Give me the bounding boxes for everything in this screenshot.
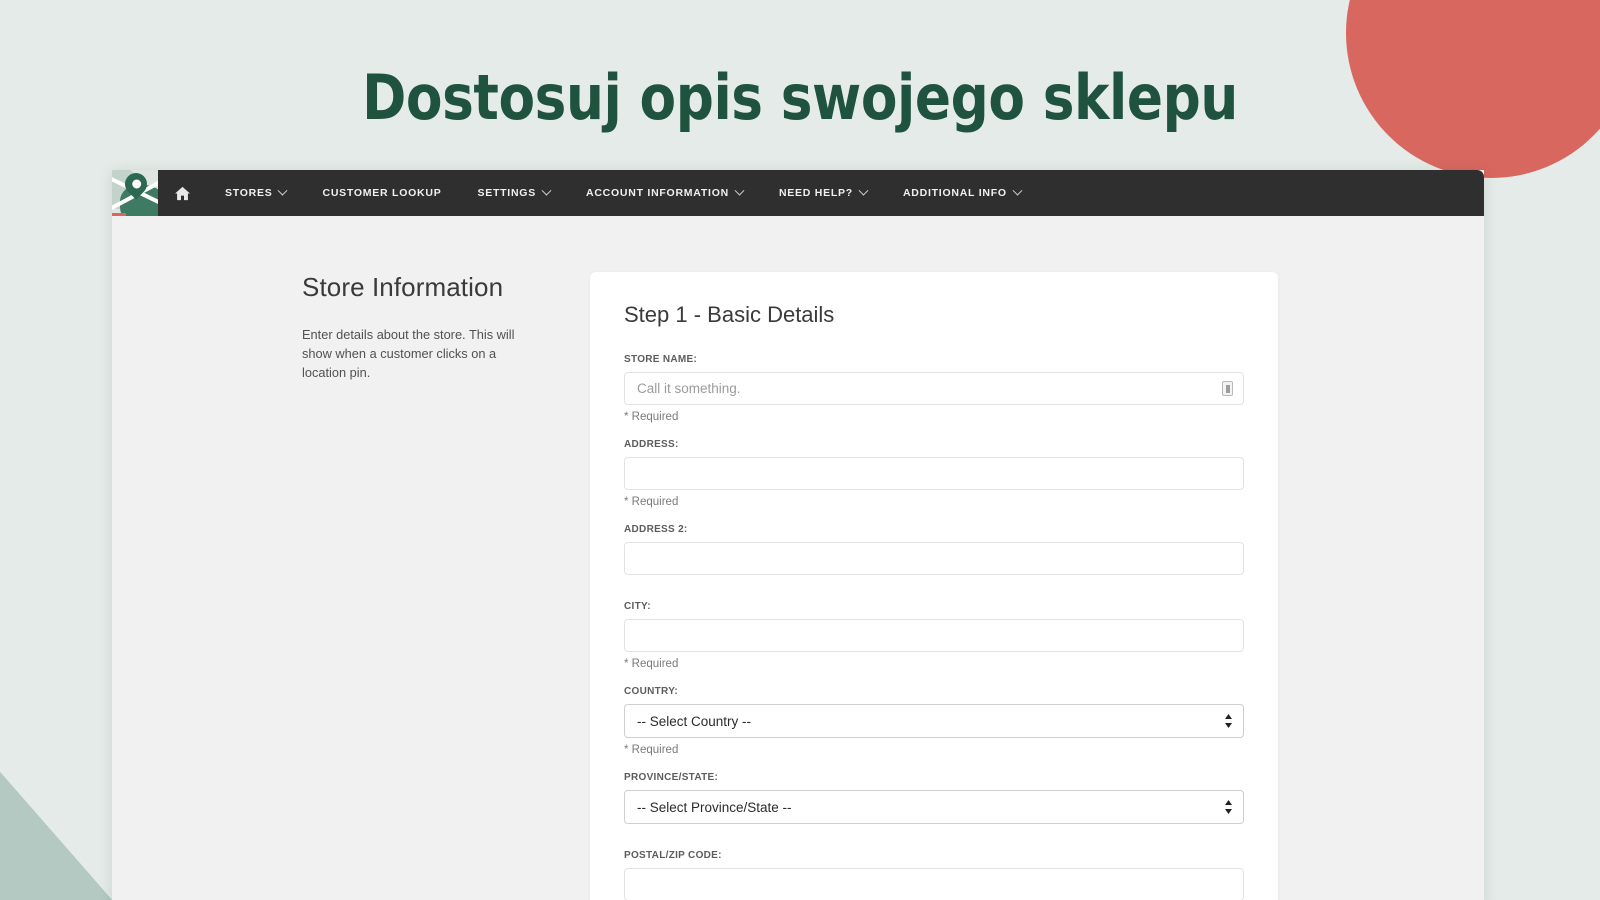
app-body: Store Information Enter details about th… [112,216,1484,900]
field-label-address: ADDRESS: [624,439,679,450]
nav-item-account-information[interactable]: ACCOUNT INFORMATION [568,170,761,216]
password-manager-icon[interactable] [1222,381,1233,396]
app-navbar: STORES CUSTOMER LOOKUP SETTINGS ACCOUNT … [112,170,1484,216]
store-name-input[interactable] [624,372,1244,405]
nav-item-label: CUSTOMER LOOKUP [322,187,442,199]
required-note-country: * Required [624,744,679,756]
nav-item-label: STORES [225,187,273,199]
field-label-province-state: PROVINCE/STATE: [624,772,719,783]
field-group-province-state: PROVINCE/STATE: -- Select Province/State… [624,772,1244,846]
postal-zip-code-input[interactable] [624,868,1244,900]
field-label-city: CITY: [624,601,651,612]
field-label-store-name: STORE NAME: [624,354,698,365]
field-label-address-2: ADDRESS 2: [624,524,688,535]
required-note-address: * Required [624,496,679,508]
nav-item-label: NEED HELP? [778,187,853,199]
required-note-store-name: * Required [624,411,679,423]
field-group-address: ADDRESS: * Required [624,439,1244,508]
basic-details-form-card: Step 1 - Basic Details STORE NAME: * Req… [590,272,1278,900]
store-info-title: Store Information [302,272,504,302]
field-group-postal-zip-code: POSTAL/ZIP CODE: [624,850,1244,900]
field-group-store-name: STORE NAME: * Required [624,354,1244,423]
app-screenshot-window: STORES CUSTOMER LOOKUP SETTINGS ACCOUNT … [112,170,1484,900]
decorative-triangle-bottom-left [0,772,112,900]
home-icon [175,186,190,200]
nav-item-label: ADDITIONAL INFO [902,187,1007,199]
nav-item-stores[interactable]: STORES [207,170,304,216]
nav-item-home[interactable] [158,170,207,216]
city-input[interactable] [624,619,1244,652]
required-note-city: * Required [624,658,679,670]
province-state-select[interactable]: -- Select Province/State -- [624,790,1244,824]
address-input[interactable] [624,457,1244,490]
nav-item-customer-lookup[interactable]: CUSTOMER LOOKUP [304,170,459,216]
nav-item-label: ACCOUNT INFORMATION [585,187,729,199]
map-pin-logo[interactable] [112,170,158,216]
field-label-postal-zip-code: POSTAL/ZIP CODE: [624,850,722,861]
store-info-description: Enter details about the store. This will… [302,327,515,380]
field-group-address-2: ADDRESS 2: [624,524,1244,597]
store-info-column: Store Information Enter details about th… [302,272,548,900]
field-group-country: COUNTRY: -- Select Country -- * Required [624,686,1244,756]
field-label-country: COUNTRY: [624,686,679,697]
chevron-down-icon [734,185,745,196]
chevron-down-icon [541,185,552,196]
nav-item-additional-info[interactable]: ADDITIONAL INFO [885,170,1039,216]
form-step-title: Step 1 - Basic Details [624,302,835,327]
address-2-input[interactable] [624,542,1244,575]
page-headline: Dostosuj opis swojego sklepu [362,61,1238,134]
field-group-city: CITY: * Required [624,601,1244,670]
nav-item-label: SETTINGS [477,187,536,199]
nav-item-settings[interactable]: SETTINGS [459,170,568,216]
navbar-items: STORES CUSTOMER LOOKUP SETTINGS ACCOUNT … [158,170,1039,216]
country-select[interactable]: -- Select Country -- [624,704,1244,738]
nav-item-need-help[interactable]: NEED HELP? [761,170,885,216]
chevron-down-icon [858,185,869,196]
chevron-down-icon [1012,185,1023,196]
chevron-down-icon [278,185,288,196]
